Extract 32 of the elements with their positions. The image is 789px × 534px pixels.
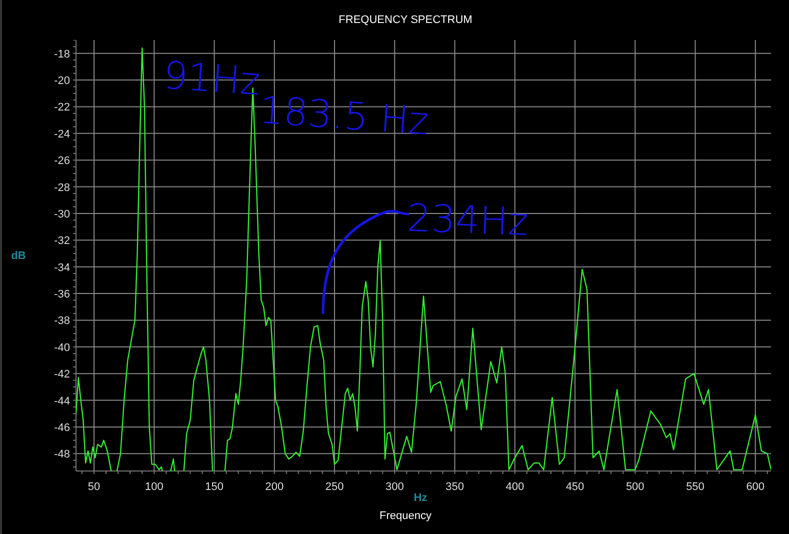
x-tick-label: 400 [506, 481, 524, 492]
y-tick-label: -26 [54, 155, 70, 168]
x-tick-label: 450 [566, 481, 584, 492]
y-axis-label: dB [11, 250, 26, 262]
y-tick-label: -42 [54, 368, 70, 381]
y-tick-label: -34 [54, 262, 70, 274]
x-axis-unit: Hz [414, 492, 428, 504]
y-tick-label: -44 [54, 395, 70, 408]
y-tick-label: -22 [54, 102, 70, 114]
y-tick-label: -24 [54, 128, 70, 140]
x-tick-label: 50 [88, 481, 100, 492]
chart-title: FREQUENCY SPECTRUM [338, 14, 472, 26]
y-tick-label: -48 [54, 448, 70, 461]
y-tick-label: -30 [54, 208, 70, 220]
x-tick-label: 350 [446, 481, 464, 492]
x-tick-label: 550 [686, 481, 704, 492]
y-tick-label: -18 [54, 48, 70, 60]
y-tick-label: -28 [54, 182, 70, 194]
y-tick-label: -32 [54, 235, 70, 248]
y-tick-label: -38 [54, 315, 70, 328]
x-axis-title: Frequency [378, 510, 432, 522]
x-tick-label: 100 [144, 481, 164, 492]
y-tick-label: -46 [54, 422, 70, 434]
x-tick-label: 300 [385, 481, 404, 492]
x-tick-label: 600 [746, 481, 765, 492]
x-tick-label: 250 [325, 481, 344, 492]
x-tick-label: 500 [626, 481, 644, 492]
x-tick-label: 200 [265, 481, 284, 492]
y-tick-label: -36 [54, 288, 70, 301]
y-tick-label: -40 [54, 342, 70, 354]
y-tick-label: -20 [54, 75, 70, 88]
x-tick-label: 150 [205, 481, 224, 492]
